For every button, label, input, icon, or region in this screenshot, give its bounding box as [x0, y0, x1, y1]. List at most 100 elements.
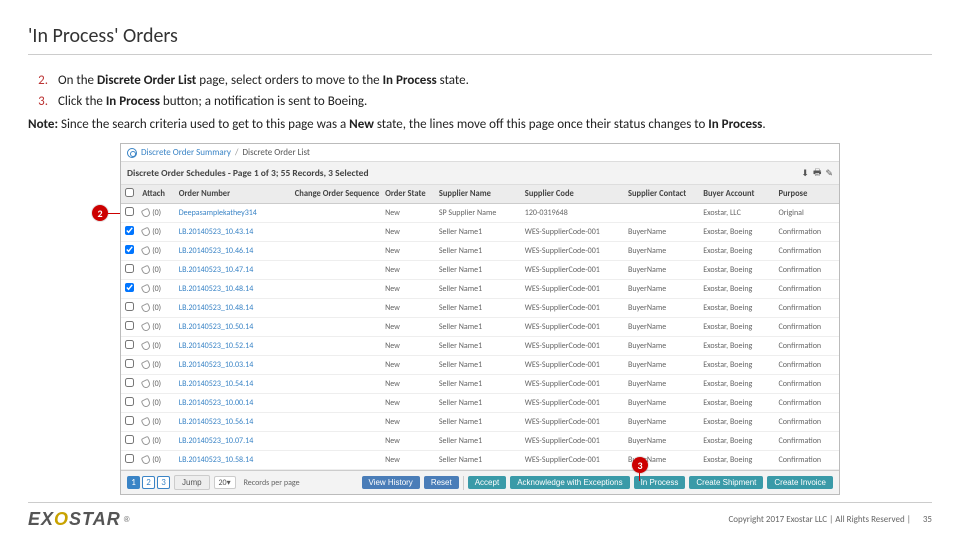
- row-checkbox[interactable]: [125, 397, 134, 406]
- change-seq: [291, 318, 381, 337]
- order-number-link[interactable]: Deepasamplekathey314: [175, 204, 291, 223]
- order-state: New: [381, 204, 435, 223]
- supplier-code: WES-SupplierCode-001: [521, 280, 624, 299]
- paperclip-icon[interactable]: [141, 455, 152, 466]
- order-state: New: [381, 318, 435, 337]
- row-checkbox[interactable]: [125, 245, 134, 254]
- supplier-name: Seller Name1: [435, 375, 521, 394]
- order-number-link[interactable]: LB.20140523_10.58.14: [175, 451, 291, 470]
- paperclip-icon[interactable]: [141, 303, 152, 314]
- supplier-name: Seller Name1: [435, 451, 521, 470]
- order-number-link[interactable]: LB.20140523_10.54.14: [175, 375, 291, 394]
- create-shipment-button[interactable]: Create Shipment: [689, 476, 763, 489]
- step-text: On the Discrete Order List page, select …: [58, 71, 469, 92]
- create-invoice-button[interactable]: Create Invoice: [767, 476, 833, 489]
- supplier-contact: [624, 204, 699, 223]
- order-state: New: [381, 413, 435, 432]
- step-num: 2.: [28, 71, 48, 92]
- buyer-account: Exostar, Boeing: [699, 223, 774, 242]
- supplier-contact: BuyerName: [624, 242, 699, 261]
- select-all-checkbox[interactable]: [125, 188, 134, 197]
- breadcrumb-link[interactable]: Discrete Order Summary: [141, 147, 231, 158]
- row-checkbox[interactable]: [125, 264, 134, 273]
- change-seq: [291, 280, 381, 299]
- paperclip-icon[interactable]: [141, 284, 152, 295]
- jump-button[interactable]: Jump: [174, 475, 210, 490]
- supplier-contact: BuyerName: [624, 261, 699, 280]
- order-number-link[interactable]: LB.20140523_10.03.14: [175, 356, 291, 375]
- supplier-contact: BuyerName: [624, 413, 699, 432]
- supplier-contact: BuyerName: [624, 337, 699, 356]
- change-seq: [291, 413, 381, 432]
- row-checkbox[interactable]: [125, 340, 134, 349]
- paperclip-icon[interactable]: [141, 322, 152, 333]
- buyer-account: Exostar, Boeing: [699, 375, 774, 394]
- print-icon[interactable]: 🖶: [813, 165, 822, 181]
- acknowledge-exceptions-button[interactable]: Acknowledge with Exceptions: [510, 476, 629, 489]
- supplier-name: Seller Name1: [435, 299, 521, 318]
- copyright: Copyright 2017 Exostar LLC | All Rights …: [729, 514, 933, 525]
- row-checkbox[interactable]: [125, 283, 134, 292]
- paperclip-icon[interactable]: [141, 227, 152, 238]
- attach-count: (0): [152, 360, 161, 370]
- purpose: Confirmation: [774, 318, 839, 337]
- purpose: Confirmation: [774, 394, 839, 413]
- row-checkbox[interactable]: [125, 378, 134, 387]
- table-row: (0)LB.20140523_10.48.14NewSeller Name1WE…: [121, 299, 839, 318]
- reset-button[interactable]: Reset: [424, 476, 459, 489]
- page-3[interactable]: 3: [157, 476, 170, 489]
- supplier-contact: BuyerName: [624, 394, 699, 413]
- edit-icon[interactable]: ✎: [825, 168, 833, 179]
- order-number-link[interactable]: LB.20140523_10.00.14: [175, 394, 291, 413]
- paperclip-icon[interactable]: [141, 246, 152, 257]
- row-checkbox[interactable]: [125, 416, 134, 425]
- order-number-link[interactable]: LB.20140523_10.43.14: [175, 223, 291, 242]
- paperclip-icon[interactable]: [141, 341, 152, 352]
- order-number-link[interactable]: LB.20140523_10.07.14: [175, 432, 291, 451]
- order-number-link[interactable]: LB.20140523_10.48.14: [175, 299, 291, 318]
- order-state: New: [381, 280, 435, 299]
- gear-icon[interactable]: [127, 148, 137, 158]
- order-number-link[interactable]: LB.20140523_10.47.14: [175, 261, 291, 280]
- row-checkbox[interactable]: [125, 454, 134, 463]
- supplier-name: Seller Name1: [435, 242, 521, 261]
- paperclip-icon[interactable]: [141, 436, 152, 447]
- row-checkbox[interactable]: [125, 302, 134, 311]
- row-checkbox[interactable]: [125, 207, 134, 216]
- supplier-code: WES-SupplierCode-001: [521, 394, 624, 413]
- view-history-button[interactable]: View History: [362, 476, 420, 489]
- order-number-link[interactable]: LB.20140523_10.50.14: [175, 318, 291, 337]
- in-process-button[interactable]: In Process: [634, 476, 686, 489]
- order-number-link[interactable]: LB.20140523_10.52.14: [175, 337, 291, 356]
- order-number-link[interactable]: LB.20140523_10.46.14: [175, 242, 291, 261]
- purpose: Confirmation: [774, 261, 839, 280]
- perpage-select[interactable]: 20 ▾: [214, 476, 236, 489]
- page-1[interactable]: 1: [127, 476, 140, 489]
- download-icon[interactable]: ⬇: [801, 168, 809, 179]
- row-checkbox[interactable]: [125, 435, 134, 444]
- table-row: (0)LB.20140523_10.50.14NewSeller Name1WE…: [121, 318, 839, 337]
- buyer-account: Exostar, Boeing: [699, 432, 774, 451]
- paperclip-icon[interactable]: [141, 379, 152, 390]
- step-num: 3.: [28, 92, 48, 113]
- paperclip-icon[interactable]: [141, 360, 152, 371]
- buyer-account: Exostar, Boeing: [699, 413, 774, 432]
- row-checkbox[interactable]: [125, 226, 134, 235]
- row-checkbox[interactable]: [125, 321, 134, 330]
- paperclip-icon[interactable]: [141, 265, 152, 276]
- breadcrumb: Discrete Order Summary / Discrete Order …: [121, 144, 839, 162]
- paperclip-icon[interactable]: [141, 417, 152, 428]
- supplier-code: WES-SupplierCode-001: [521, 318, 624, 337]
- change-seq: [291, 432, 381, 451]
- supplier-code: WES-SupplierCode-001: [521, 299, 624, 318]
- order-number-link[interactable]: LB.20140523_10.56.14: [175, 413, 291, 432]
- order-state: New: [381, 337, 435, 356]
- paperclip-icon[interactable]: [141, 398, 152, 409]
- supplier-code: WES-SupplierCode-001: [521, 223, 624, 242]
- supplier-contact: BuyerName: [624, 375, 699, 394]
- paperclip-icon[interactable]: [141, 208, 152, 219]
- page-2[interactable]: 2: [142, 476, 155, 489]
- accept-button[interactable]: Accept: [468, 476, 506, 489]
- order-number-link[interactable]: LB.20140523_10.48.14: [175, 280, 291, 299]
- row-checkbox[interactable]: [125, 359, 134, 368]
